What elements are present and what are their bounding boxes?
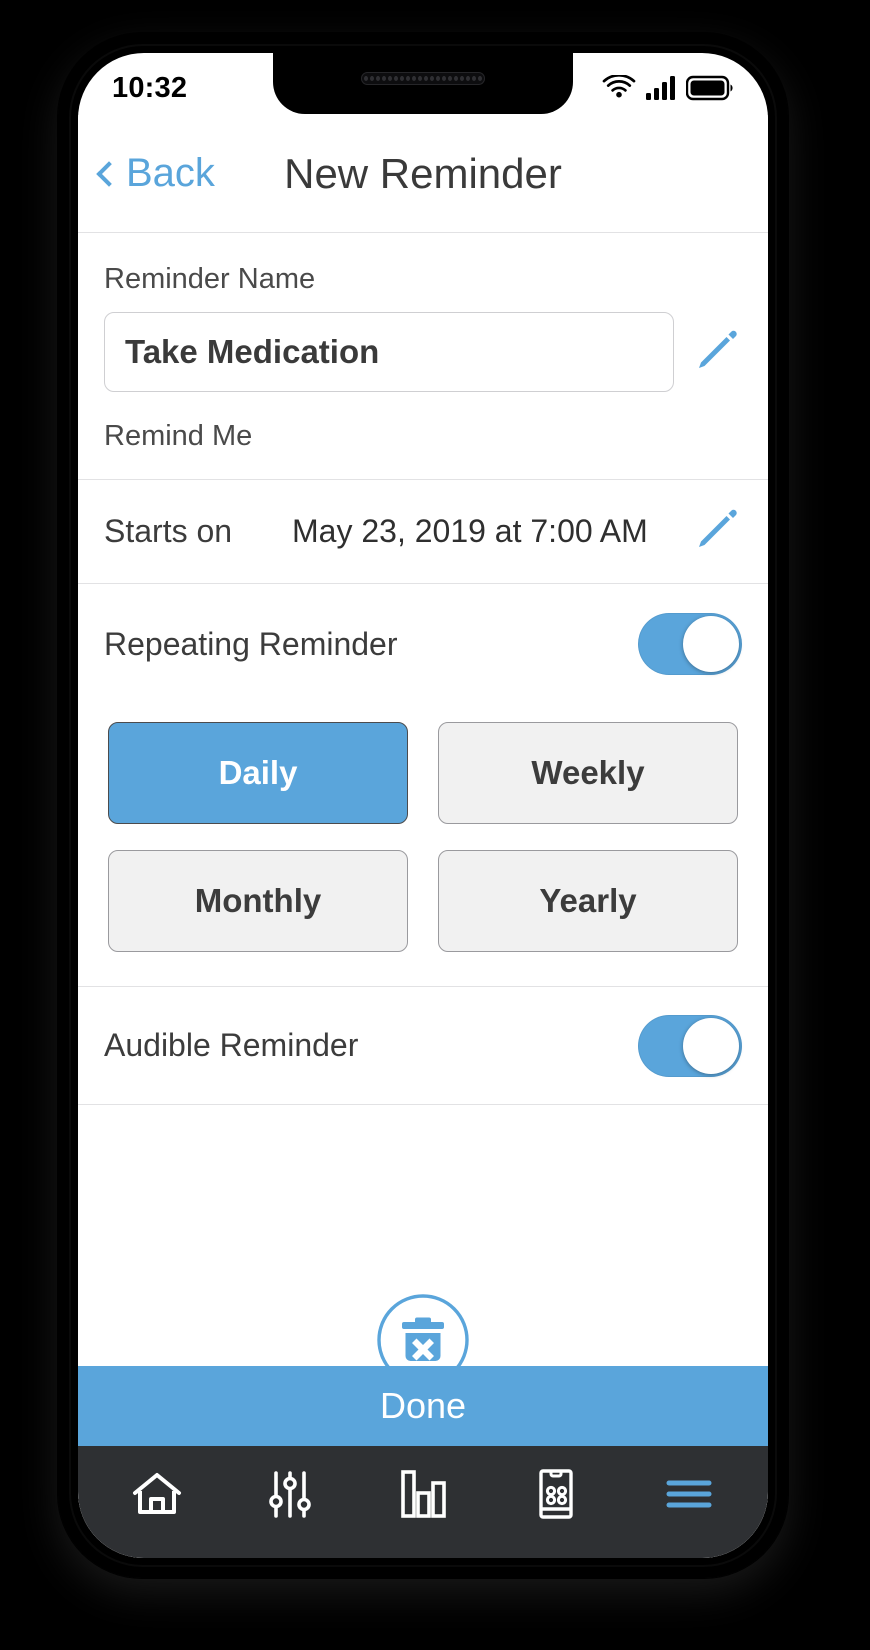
remote-device-icon bbox=[539, 1469, 573, 1519]
bar-chart-icon bbox=[401, 1470, 446, 1518]
pencil-icon bbox=[699, 330, 737, 368]
frequency-button-yearly[interactable]: Yearly bbox=[438, 850, 738, 952]
home-icon bbox=[132, 1473, 181, 1514]
audible-reminder-row: Audible Reminder bbox=[78, 987, 768, 1105]
starts-on-label: Starts on bbox=[104, 513, 233, 549]
cellular-signal-icon bbox=[646, 76, 675, 100]
status-time: 10:32 bbox=[112, 71, 188, 104]
toggle-knob bbox=[683, 1017, 739, 1074]
frequency-button-daily[interactable]: Daily bbox=[108, 722, 408, 824]
battery-icon bbox=[686, 75, 733, 101]
pencil-icon bbox=[699, 509, 737, 547]
audible-reminder-label: Audible Reminder bbox=[104, 1027, 359, 1063]
back-button[interactable]: Back bbox=[78, 151, 215, 196]
back-button-label: Back bbox=[126, 151, 215, 195]
starts-on-value: May 23, 2019 at 7:00 AM bbox=[292, 513, 648, 549]
remind-me-label: Remind Me bbox=[78, 392, 768, 480]
tab-menu[interactable] bbox=[661, 1466, 717, 1522]
frequency-button-group: Daily Weekly Monthly Yearly bbox=[78, 704, 768, 986]
audible-reminder-toggle[interactable] bbox=[638, 1014, 742, 1077]
reminder-name-label: Reminder Name bbox=[104, 263, 316, 295]
reminder-name-section: Reminder Name Take Medication bbox=[78, 233, 768, 392]
reminder-name-row: Take Medication bbox=[104, 312, 742, 392]
starts-on-row[interactable]: Starts on May 23, 2019 at 7:00 AM bbox=[78, 480, 768, 584]
tab-home[interactable] bbox=[129, 1466, 185, 1522]
repeating-reminder-row: Repeating Reminder bbox=[78, 584, 768, 704]
delete-section bbox=[78, 1105, 768, 1392]
done-button[interactable]: Done bbox=[78, 1366, 768, 1446]
earpiece-speaker bbox=[361, 72, 485, 85]
phone-screen: 10:32 Back New Reminder Reminder Name Ta… bbox=[78, 53, 768, 1558]
tab-statistics[interactable] bbox=[395, 1466, 451, 1522]
edit-reminder-name-button[interactable] bbox=[692, 325, 742, 380]
tab-settings[interactable] bbox=[262, 1466, 318, 1522]
screenshot-root: 10:32 Back New Reminder Reminder Name Ta… bbox=[0, 0, 870, 1650]
device-notch bbox=[273, 53, 573, 114]
phone-device-frame: 10:32 Back New Reminder Reminder Name Ta… bbox=[58, 33, 788, 1578]
status-icons bbox=[602, 67, 734, 101]
frequency-button-monthly[interactable]: Monthly bbox=[108, 850, 408, 952]
toggle-knob bbox=[683, 616, 739, 672]
sliders-icon bbox=[268, 1471, 311, 1518]
tab-device[interactable] bbox=[528, 1466, 584, 1522]
wifi-icon bbox=[602, 75, 636, 98]
chevron-left-icon bbox=[96, 160, 122, 187]
edit-starts-on-button[interactable] bbox=[692, 504, 742, 559]
navigation-bar: Back New Reminder bbox=[78, 115, 768, 233]
repeating-reminder-label: Repeating Reminder bbox=[104, 625, 398, 662]
bottom-tab-bar bbox=[78, 1446, 768, 1558]
frequency-button-weekly[interactable]: Weekly bbox=[438, 722, 738, 824]
hamburger-menu-icon bbox=[666, 1480, 712, 1508]
main-content: Reminder Name Take Medication Remind Me … bbox=[78, 233, 768, 1558]
reminder-name-input[interactable]: Take Medication bbox=[104, 312, 674, 392]
phone-bezel: 10:32 Back New Reminder Reminder Name Ta… bbox=[69, 44, 777, 1567]
repeating-reminder-toggle[interactable] bbox=[638, 613, 742, 675]
